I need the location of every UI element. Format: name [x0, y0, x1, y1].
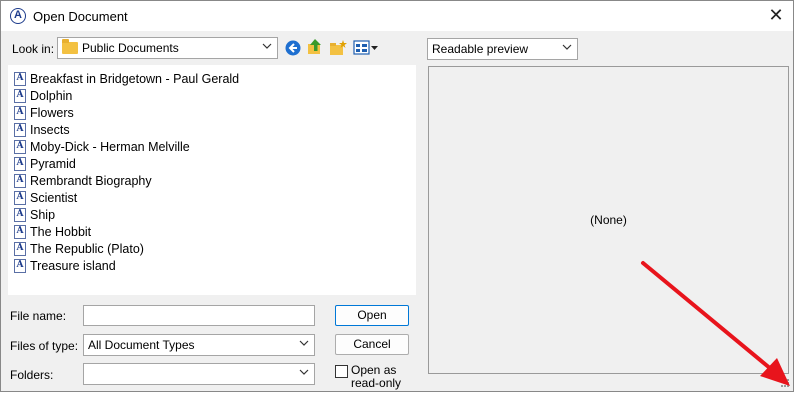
file-name: Rembrandt Biography [30, 173, 152, 188]
read-only-checkbox[interactable] [335, 365, 348, 378]
file-name: Insects [30, 122, 70, 137]
preview-mode-value: Readable preview [432, 42, 529, 56]
open-document-dialog: A Open Document ✕ Look in: Public Docume… [0, 0, 794, 392]
file-name: Scientist [30, 190, 78, 205]
list-item[interactable]: A The Hobbit [14, 223, 91, 240]
file-name: The Republic (Plato) [30, 241, 144, 256]
document-icon: A [14, 190, 26, 205]
files-of-type-value: All Document Types [88, 338, 195, 352]
look-in-value: Public Documents [82, 41, 179, 55]
back-icon[interactable] [284, 39, 302, 57]
chevron-down-icon [299, 369, 309, 375]
file-name: Breakfast in Bridgetown - Paul Gerald [30, 71, 240, 86]
app-logo-icon: A [10, 8, 26, 24]
read-only-label: Open as read-only [351, 364, 401, 390]
files-of-type-dropdown[interactable]: All Document Types [83, 334, 315, 356]
list-item[interactable]: A Treasure island [14, 257, 116, 274]
list-item[interactable]: A Pyramid [14, 155, 76, 172]
view-menu-icon[interactable] [353, 39, 379, 57]
file-name: Dolphin [30, 88, 73, 103]
resize-grip-icon[interactable] [780, 378, 790, 388]
document-icon: A [14, 173, 26, 188]
file-name: Moby-Dick - Herman Melville [30, 139, 190, 154]
document-icon: A [14, 207, 26, 222]
file-name: Treasure island [30, 258, 116, 273]
look-in-dropdown[interactable]: Public Documents [57, 37, 278, 59]
document-icon: A [14, 139, 26, 154]
chevron-down-icon [562, 44, 572, 50]
list-item[interactable]: A The Republic (Plato) [14, 240, 144, 257]
document-icon: A [14, 156, 26, 171]
document-icon: A [14, 88, 26, 103]
file-name: Flowers [30, 105, 74, 120]
chevron-down-icon [262, 43, 272, 49]
files-of-type-label: Files of type: [10, 339, 79, 353]
file-name: Pyramid [30, 156, 76, 171]
preview-pane: (None) [428, 66, 789, 374]
document-icon: A [14, 105, 26, 120]
document-icon: A [14, 71, 26, 86]
cancel-button[interactable]: Cancel [335, 334, 409, 355]
document-icon: A [14, 241, 26, 256]
list-item[interactable]: A Flowers [14, 104, 74, 121]
folders-label: Folders: [10, 368, 54, 382]
folders-dropdown[interactable] [83, 363, 315, 385]
list-item[interactable]: A Dolphin [14, 87, 72, 104]
list-item[interactable]: A Breakfast in Bridgetown - Paul Gerald [14, 70, 239, 87]
preview-content: (None) [590, 213, 627, 227]
list-item[interactable]: A Rembrandt Biography [14, 172, 152, 189]
open-button[interactable]: Open [335, 305, 409, 326]
window-title: Open Document [33, 9, 128, 24]
look-in-label: Look in: [12, 42, 55, 56]
document-icon: A [14, 122, 26, 137]
file-name-label: File name: [10, 309, 67, 323]
new-folder-icon[interactable] [329, 39, 347, 57]
list-item[interactable]: A Ship [14, 206, 55, 223]
document-icon: A [14, 258, 26, 273]
file-name: Ship [30, 207, 56, 222]
up-folder-icon[interactable] [306, 38, 324, 56]
file-name: The Hobbit [30, 224, 92, 239]
file-list[interactable]: A Breakfast in Bridgetown - Paul Gerald A D… [8, 65, 416, 295]
document-icon: A [14, 224, 26, 239]
chevron-down-icon [299, 340, 309, 346]
file-name-input[interactable] [83, 305, 315, 326]
list-item[interactable]: A Moby-Dick - Herman Melville [14, 138, 190, 155]
read-only-label-line2: read-only [351, 376, 402, 390]
list-item[interactable]: A Scientist [14, 189, 77, 206]
close-button[interactable]: ✕ [765, 5, 787, 27]
folder-icon [62, 39, 78, 54]
list-item[interactable]: A Insects [14, 121, 70, 138]
title-bar: A Open Document ✕ [1, 1, 793, 31]
preview-mode-dropdown[interactable]: Readable preview [427, 38, 578, 60]
